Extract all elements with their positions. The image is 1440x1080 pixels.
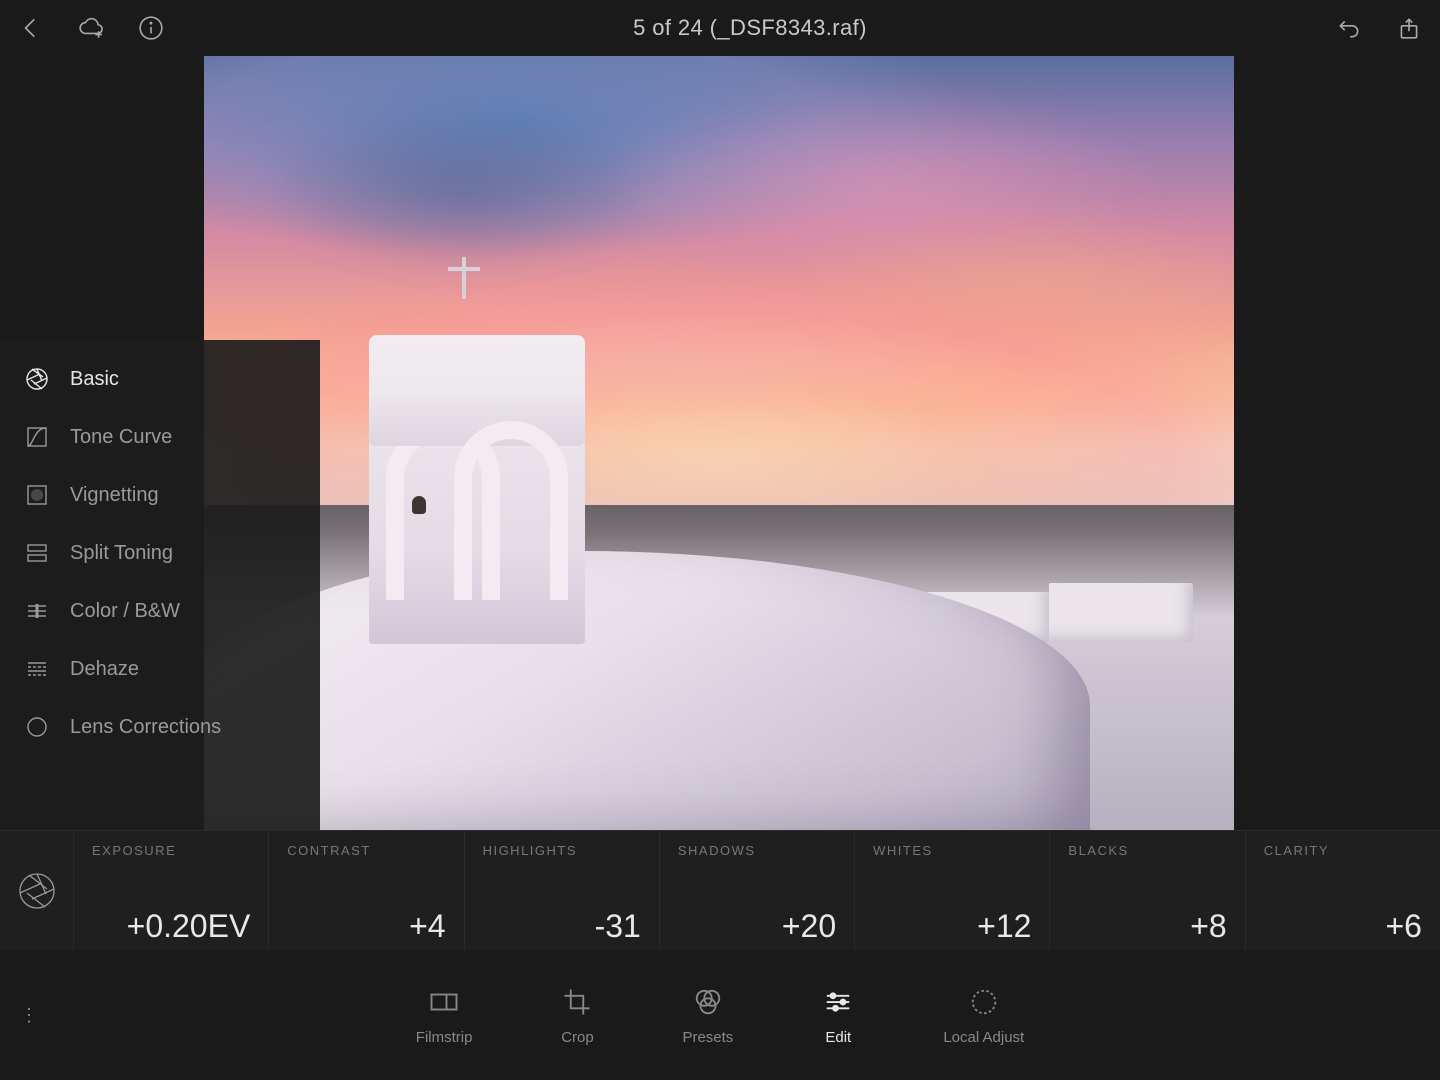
panel-item-aperture[interactable]: Basic — [0, 350, 320, 408]
slider-value: +0.20EV — [92, 910, 250, 942]
slider-strip: EXPOSURE +0.20EV CONTRAST +4 HIGHLIGHTS -31 SH… — [0, 830, 1440, 950]
slider-exposure[interactable]: EXPOSURE +0.20EV — [74, 831, 269, 950]
curve-icon — [24, 424, 50, 450]
tool-label: Presets — [682, 1029, 733, 1046]
panel-item-dehaze[interactable]: Dehaze — [0, 640, 320, 698]
chevron-left-icon — [18, 15, 44, 41]
slider-value: +8 — [1068, 910, 1226, 942]
slider-highlights[interactable]: HIGHLIGHTS -31 — [465, 831, 660, 950]
basic-panel-toggle[interactable] — [0, 831, 74, 950]
panel-item-label: Color / B&W — [70, 600, 180, 623]
tool-label: Edit — [825, 1029, 851, 1046]
window-title: 5 of 24 (_DSF8343.raf) — [164, 15, 1336, 41]
lens-icon — [24, 714, 50, 740]
info-icon — [138, 15, 164, 41]
presets-icon — [691, 985, 725, 1019]
slider-label: BLACKS — [1068, 843, 1226, 858]
panel-item-label: Vignetting — [70, 484, 159, 507]
aperture-icon — [17, 871, 57, 911]
slider-whites[interactable]: WHITES +12 — [855, 831, 1050, 950]
back-button[interactable] — [18, 15, 44, 41]
tool-presets[interactable]: Presets — [682, 985, 733, 1046]
slider-clarity[interactable]: CLARITY +6 — [1246, 831, 1440, 950]
localadjust-icon — [967, 985, 1001, 1019]
slider-value: +6 — [1264, 910, 1422, 942]
edit-icon — [821, 985, 855, 1019]
slider-label: SHADOWS — [678, 843, 836, 858]
undo-button[interactable] — [1336, 15, 1362, 41]
cloud-add-icon — [78, 15, 104, 41]
slider-label: CONTRAST — [287, 843, 445, 858]
undo-icon — [1336, 15, 1362, 41]
slider-label: CLARITY — [1264, 843, 1422, 858]
panel-item-label: Tone Curve — [70, 426, 172, 449]
slider-value: +12 — [873, 910, 1031, 942]
slider-blacks[interactable]: BLACKS +8 — [1050, 831, 1245, 950]
tool-label: Local Adjust — [943, 1029, 1024, 1046]
aperture-icon — [24, 366, 50, 392]
dehaze-icon — [24, 656, 50, 682]
share-icon — [1396, 15, 1422, 41]
tool-edit[interactable]: Edit — [821, 985, 855, 1046]
panel-item-curve[interactable]: Tone Curve — [0, 408, 320, 466]
tool-label: Filmstrip — [416, 1029, 473, 1046]
tool-crop[interactable]: Crop — [560, 985, 594, 1046]
bottom-toolbar: ⋮ Filmstrip Crop Presets Edit Local Adjust — [0, 950, 1440, 1080]
panel-item-label: Lens Corrections — [70, 716, 221, 739]
slider-value: -31 — [483, 910, 641, 942]
panel-item-colorbw[interactable]: Color / B&W — [0, 582, 320, 640]
panel-item-vignette[interactable]: Vignetting — [0, 466, 320, 524]
more-button[interactable]: ⋮ — [0, 1005, 60, 1026]
edit-panel: Basic Tone Curve Vignetting Split Toning Col… — [0, 340, 320, 830]
slider-label: EXPOSURE — [92, 843, 250, 858]
filmstrip-icon — [427, 985, 461, 1019]
colorbw-icon — [24, 598, 50, 624]
vignette-icon — [24, 482, 50, 508]
share-button[interactable] — [1396, 15, 1422, 41]
tool-localadjust[interactable]: Local Adjust — [943, 985, 1024, 1046]
panel-item-split[interactable]: Split Toning — [0, 524, 320, 582]
slider-label: WHITES — [873, 843, 1031, 858]
tool-filmstrip[interactable]: Filmstrip — [416, 985, 473, 1046]
slider-value: +4 — [287, 910, 445, 942]
panel-item-label: Split Toning — [70, 542, 173, 565]
slider-label: HIGHLIGHTS — [483, 843, 641, 858]
panel-item-label: Basic — [70, 368, 119, 391]
info-button[interactable] — [138, 15, 164, 41]
panel-item-lens[interactable]: Lens Corrections — [0, 698, 320, 756]
top-bar: 5 of 24 (_DSF8343.raf) — [0, 0, 1440, 56]
split-icon — [24, 540, 50, 566]
slider-shadows[interactable]: SHADOWS +20 — [660, 831, 855, 950]
photo-preview — [204, 56, 1234, 830]
slider-value: +20 — [678, 910, 836, 942]
crop-icon — [560, 985, 594, 1019]
panel-item-label: Dehaze — [70, 658, 139, 681]
tool-label: Crop — [561, 1029, 594, 1046]
slider-contrast[interactable]: CONTRAST +4 — [269, 831, 464, 950]
image-canvas[interactable] — [204, 56, 1234, 830]
cloud-add-button[interactable] — [78, 15, 104, 41]
